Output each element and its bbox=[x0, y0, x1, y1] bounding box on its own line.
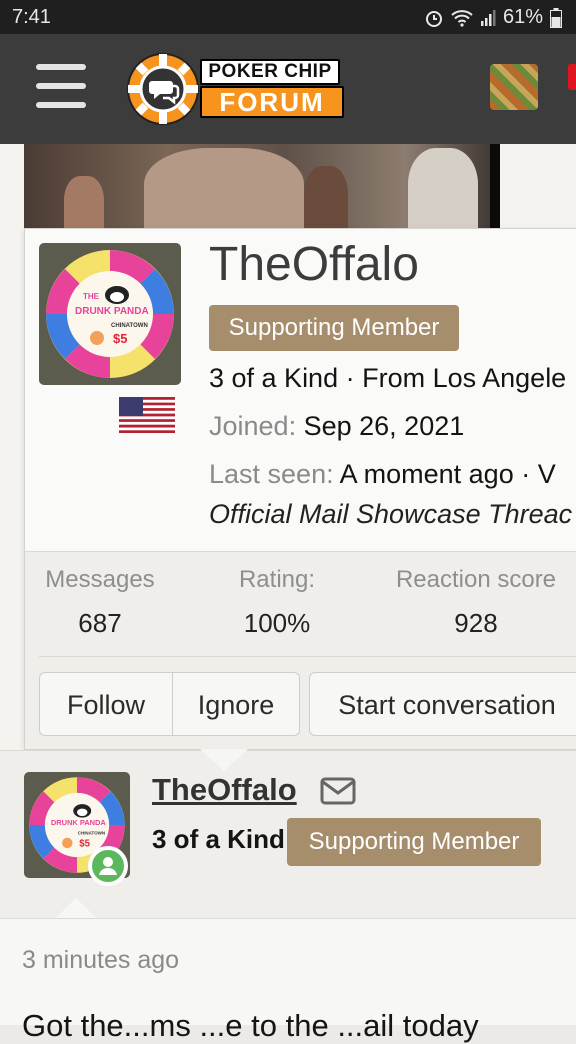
member-joined: Joined: Sep 26, 2021 bbox=[209, 411, 464, 442]
last-seen-label: Last seen: bbox=[209, 459, 334, 489]
member-stats-section: Messages 687 Rating: 100% Reaction score… bbox=[25, 551, 576, 749]
embedded-video[interactable] bbox=[24, 144, 500, 230]
us-flag-icon bbox=[119, 397, 175, 433]
logo-text-top: POKER CHIP bbox=[200, 59, 340, 85]
stat-reaction-score[interactable]: Reaction score 928 bbox=[385, 566, 567, 639]
post-timestamp[interactable]: 3 minutes ago bbox=[22, 946, 179, 975]
alert-indicator[interactable] bbox=[568, 64, 576, 90]
status-time: 7:41 bbox=[12, 6, 51, 28]
joined-label: Joined: bbox=[209, 411, 297, 441]
supporting-member-badge: Supporting Member bbox=[209, 305, 459, 351]
last-seen-value: A moment ago bbox=[339, 459, 514, 489]
last-seen-suffix: V bbox=[537, 459, 556, 489]
member-user-title: 3 of a Kind bbox=[209, 363, 339, 393]
start-conversation-button[interactable]: Start conversation bbox=[309, 672, 576, 736]
poker-chip-logo-icon bbox=[127, 53, 199, 125]
avatar-chip-value: $5 bbox=[113, 331, 127, 346]
member-activity-thread[interactable]: Official Mail Showcase Threac bbox=[209, 499, 572, 530]
post-avatar-chip-line3: CHINATOWN bbox=[78, 831, 105, 836]
member-last-seen: Last seen: A moment ago · V bbox=[209, 459, 556, 489]
mail-icon[interactable] bbox=[320, 776, 356, 806]
post-text: Got the...ms ...e to the ...ail today bbox=[22, 1008, 479, 1043]
signal-icon bbox=[480, 9, 496, 26]
stat-messages-label: Messages bbox=[45, 566, 155, 593]
follow-button[interactable]: Follow bbox=[39, 672, 173, 736]
member-location: From Los Angele bbox=[362, 363, 567, 393]
ignore-button[interactable]: Ignore bbox=[172, 672, 300, 736]
battery-icon bbox=[550, 7, 562, 28]
member-avatar[interactable]: THE DRUNK PANDA CHINATOWN $5 bbox=[39, 243, 181, 385]
alarm-icon bbox=[425, 10, 442, 27]
account-avatar[interactable] bbox=[490, 64, 538, 110]
member-info: THE DRUNK PANDA CHINATOWN $5 TheOffalo S… bbox=[25, 229, 576, 551]
logo-text-bottom: FORUM bbox=[200, 86, 344, 118]
stat-reaction-value: 928 bbox=[454, 608, 498, 638]
post-supporting-member-badge: Supporting Member bbox=[287, 818, 541, 866]
member-title-location: 3 of a Kind · From Los Angele bbox=[209, 363, 567, 393]
wifi-icon bbox=[451, 9, 473, 27]
status-bar: 7:41 61% bbox=[0, 0, 576, 34]
post-author-title: 3 of a Kind bbox=[152, 824, 285, 854]
stat-rating[interactable]: Rating: 100% bbox=[229, 566, 325, 639]
stat-messages-value: 687 bbox=[78, 608, 122, 638]
online-status-icon bbox=[88, 846, 128, 886]
status-icons: 61% bbox=[424, 6, 562, 29]
battery-percent: 61% bbox=[502, 6, 543, 28]
stat-rating-label: Rating: bbox=[238, 566, 316, 593]
stat-rating-value: 100% bbox=[243, 608, 311, 638]
app-header: POKER CHIP FORUM bbox=[0, 34, 576, 144]
tooltip-pointer bbox=[200, 749, 248, 771]
avatar-chip-line1: THE bbox=[83, 292, 100, 301]
avatar-chip-line3: CHINATOWN bbox=[111, 323, 148, 329]
joined-value: Sep 26, 2021 bbox=[303, 411, 465, 441]
site-logo[interactable]: POKER CHIP FORUM bbox=[126, 52, 346, 126]
post-avatar-chip-line2: DRUNK PANDA bbox=[51, 818, 107, 827]
post-avatar-chip-value: $5 bbox=[79, 839, 90, 850]
menu-icon[interactable] bbox=[36, 64, 86, 108]
stats-divider bbox=[39, 656, 576, 657]
post-author-username[interactable]: TheOffalo bbox=[152, 772, 297, 808]
post-pointer bbox=[56, 898, 96, 918]
user-icon bbox=[99, 857, 117, 875]
member-tooltip: THE DRUNK PANDA CHINATOWN $5 TheOffalo S… bbox=[24, 228, 576, 750]
poker-chip-avatar-icon: THE DRUNK PANDA CHINATOWN $5 bbox=[46, 250, 174, 378]
member-username[interactable]: TheOffalo bbox=[209, 237, 419, 292]
stat-reaction-label: Reaction score bbox=[395, 566, 557, 593]
stat-messages[interactable]: Messages 687 bbox=[39, 566, 161, 639]
avatar-chip-line2: DRUNK PANDA bbox=[75, 306, 149, 317]
